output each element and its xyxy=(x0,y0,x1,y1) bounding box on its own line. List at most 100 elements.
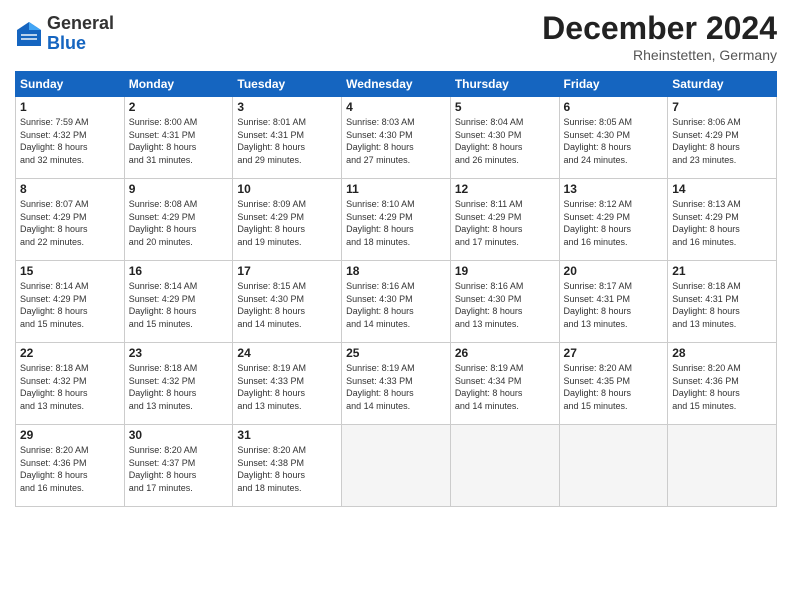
day-number: 20 xyxy=(564,264,664,278)
table-row xyxy=(668,425,777,507)
day-number: 28 xyxy=(672,346,772,360)
day-number: 30 xyxy=(129,428,229,442)
table-row xyxy=(342,425,451,507)
location: Rheinstetten, Germany xyxy=(542,47,777,63)
day-number: 14 xyxy=(672,182,772,196)
table-row: 15 Sunrise: 8:14 AM Sunset: 4:29 PM Dayli… xyxy=(16,261,125,343)
day-info: Sunrise: 8:17 AM Sunset: 4:31 PM Dayligh… xyxy=(564,280,664,330)
table-row: 23 Sunrise: 8:18 AM Sunset: 4:32 PM Dayli… xyxy=(124,343,233,425)
table-row: 18 Sunrise: 8:16 AM Sunset: 4:30 PM Dayli… xyxy=(342,261,451,343)
day-info: Sunrise: 8:19 AM Sunset: 4:34 PM Dayligh… xyxy=(455,362,555,412)
day-number: 15 xyxy=(20,264,120,278)
day-number: 2 xyxy=(129,100,229,114)
table-row: 5 Sunrise: 8:04 AM Sunset: 4:30 PM Daylig… xyxy=(450,97,559,179)
day-info: Sunrise: 8:12 AM Sunset: 4:29 PM Dayligh… xyxy=(564,198,664,248)
day-number: 11 xyxy=(346,182,446,196)
table-row: 25Sunrise: 8:19 AM Sunset: 4:33 PM Dayli… xyxy=(342,343,451,425)
header-wednesday: Wednesday xyxy=(342,72,451,97)
day-info: Sunrise: 8:14 AM Sunset: 4:29 PM Dayligh… xyxy=(129,280,229,330)
day-info: Sunrise: 8:05 AM Sunset: 4:30 PM Dayligh… xyxy=(564,116,664,166)
table-row: 9 Sunrise: 8:08 AM Sunset: 4:29 PM Daylig… xyxy=(124,179,233,261)
day-info: Sunrise: 8:10 AM Sunset: 4:29 PM Dayligh… xyxy=(346,198,446,248)
month-title: December 2024 xyxy=(542,10,777,47)
day-number: 13 xyxy=(564,182,664,196)
day-info: Sunrise: 8:04 AM Sunset: 4:30 PM Dayligh… xyxy=(455,116,555,166)
day-number: 17 xyxy=(237,264,337,278)
table-row: 14Sunrise: 8:13 AM Sunset: 4:29 PM Dayli… xyxy=(668,179,777,261)
day-number: 9 xyxy=(129,182,229,196)
table-row: 3 Sunrise: 8:01 AM Sunset: 4:31 PM Daylig… xyxy=(233,97,342,179)
day-info: Sunrise: 8:09 AM Sunset: 4:29 PM Dayligh… xyxy=(237,198,337,248)
day-info: Sunrise: 8:20 AM Sunset: 4:35 PM Dayligh… xyxy=(564,362,664,412)
day-info: Sunrise: 8:18 AM Sunset: 4:32 PM Dayligh… xyxy=(20,362,120,412)
day-info: Sunrise: 8:18 AM Sunset: 4:32 PM Dayligh… xyxy=(129,362,229,412)
day-info: Sunrise: 8:20 AM Sunset: 4:36 PM Dayligh… xyxy=(20,444,120,494)
table-row: 12 Sunrise: 8:11 AM Sunset: 4:29 PM Dayli… xyxy=(450,179,559,261)
day-number: 7 xyxy=(672,100,772,114)
day-number: 5 xyxy=(455,100,555,114)
page: GeneralBlue December 2024 Rheinstetten, … xyxy=(0,0,792,612)
day-number: 6 xyxy=(564,100,664,114)
header-tuesday: Tuesday xyxy=(233,72,342,97)
day-info: Sunrise: 8:00 AM Sunset: 4:31 PM Dayligh… xyxy=(129,116,229,166)
table-row: 11 Sunrise: 8:10 AM Sunset: 4:29 PM Dayli… xyxy=(342,179,451,261)
day-number: 8 xyxy=(20,182,120,196)
table-row xyxy=(450,425,559,507)
day-info: Sunrise: 7:59 AM Sunset: 4:32 PM Dayligh… xyxy=(20,116,120,166)
day-info: Sunrise: 8:07 AM Sunset: 4:29 PM Dayligh… xyxy=(20,198,120,248)
calendar-header-row: Sunday Monday Tuesday Wednesday Thursday… xyxy=(16,72,777,97)
table-row: 26 Sunrise: 8:19 AM Sunset: 4:34 PM Dayli… xyxy=(450,343,559,425)
day-number: 24 xyxy=(237,346,337,360)
table-row: 19Sunrise: 8:16 AM Sunset: 4:30 PM Dayli… xyxy=(450,261,559,343)
table-row: 8 Sunrise: 8:07 AM Sunset: 4:29 PM Daylig… xyxy=(16,179,125,261)
day-number: 21 xyxy=(672,264,772,278)
table-row: 31 Sunrise: 8:20 AM Sunset: 4:38 PM Dayli… xyxy=(233,425,342,507)
day-info: Sunrise: 8:16 AM Sunset: 4:30 PM Dayligh… xyxy=(346,280,446,330)
day-info: Sunrise: 8:01 AM Sunset: 4:31 PM Dayligh… xyxy=(237,116,337,166)
calendar-week-row: 8 Sunrise: 8:07 AM Sunset: 4:29 PM Daylig… xyxy=(16,179,777,261)
calendar: Sunday Monday Tuesday Wednesday Thursday… xyxy=(15,71,777,507)
day-number: 22 xyxy=(20,346,120,360)
table-row: 22 Sunrise: 8:18 AM Sunset: 4:32 PM Dayli… xyxy=(16,343,125,425)
day-number: 23 xyxy=(129,346,229,360)
logo-text: GeneralBlue xyxy=(47,14,114,54)
day-number: 12 xyxy=(455,182,555,196)
calendar-week-row: 15 Sunrise: 8:14 AM Sunset: 4:29 PM Dayli… xyxy=(16,261,777,343)
logo: GeneralBlue xyxy=(15,14,114,54)
table-row: 4 Sunrise: 8:03 AM Sunset: 4:30 PM Daylig… xyxy=(342,97,451,179)
day-info: Sunrise: 8:18 AM Sunset: 4:31 PM Dayligh… xyxy=(672,280,772,330)
day-number: 10 xyxy=(237,182,337,196)
table-row: 10 Sunrise: 8:09 AM Sunset: 4:29 PM Dayli… xyxy=(233,179,342,261)
table-row: 27Sunrise: 8:20 AM Sunset: 4:35 PM Dayli… xyxy=(559,343,668,425)
header-friday: Friday xyxy=(559,72,668,97)
day-info: Sunrise: 8:20 AM Sunset: 4:37 PM Dayligh… xyxy=(129,444,229,494)
day-info: Sunrise: 8:11 AM Sunset: 4:29 PM Dayligh… xyxy=(455,198,555,248)
table-row: 1Sunrise: 7:59 AM Sunset: 4:32 PM Daylig… xyxy=(16,97,125,179)
day-info: Sunrise: 8:03 AM Sunset: 4:30 PM Dayligh… xyxy=(346,116,446,166)
day-info: Sunrise: 8:08 AM Sunset: 4:29 PM Dayligh… xyxy=(129,198,229,248)
table-row xyxy=(559,425,668,507)
header-sunday: Sunday xyxy=(16,72,125,97)
day-info: Sunrise: 8:19 AM Sunset: 4:33 PM Dayligh… xyxy=(346,362,446,412)
table-row: 20 Sunrise: 8:17 AM Sunset: 4:31 PM Dayli… xyxy=(559,261,668,343)
table-row: 7Sunrise: 8:06 AM Sunset: 4:29 PM Daylig… xyxy=(668,97,777,179)
day-number: 16 xyxy=(129,264,229,278)
calendar-week-row: 22 Sunrise: 8:18 AM Sunset: 4:32 PM Dayli… xyxy=(16,343,777,425)
table-row: 2 Sunrise: 8:00 AM Sunset: 4:31 PM Daylig… xyxy=(124,97,233,179)
day-number: 3 xyxy=(237,100,337,114)
header-thursday: Thursday xyxy=(450,72,559,97)
day-number: 31 xyxy=(237,428,337,442)
header: GeneralBlue December 2024 Rheinstetten, … xyxy=(15,10,777,63)
table-row: 30 Sunrise: 8:20 AM Sunset: 4:37 PM Dayli… xyxy=(124,425,233,507)
table-row: 24Sunrise: 8:19 AM Sunset: 4:33 PM Dayli… xyxy=(233,343,342,425)
day-info: Sunrise: 8:20 AM Sunset: 4:38 PM Dayligh… xyxy=(237,444,337,494)
title-section: December 2024 Rheinstetten, Germany xyxy=(542,10,777,63)
header-saturday: Saturday xyxy=(668,72,777,97)
day-number: 26 xyxy=(455,346,555,360)
day-number: 18 xyxy=(346,264,446,278)
table-row: 17Sunrise: 8:15 AM Sunset: 4:30 PM Dayli… xyxy=(233,261,342,343)
day-number: 29 xyxy=(20,428,120,442)
day-number: 4 xyxy=(346,100,446,114)
day-info: Sunrise: 8:14 AM Sunset: 4:29 PM Dayligh… xyxy=(20,280,120,330)
day-info: Sunrise: 8:16 AM Sunset: 4:30 PM Dayligh… xyxy=(455,280,555,330)
